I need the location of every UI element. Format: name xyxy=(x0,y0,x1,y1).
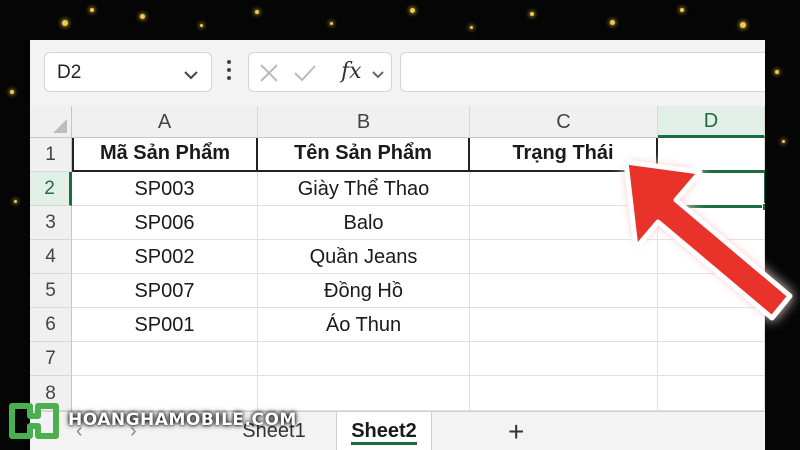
table-cell[interactable] xyxy=(258,376,470,411)
row-header-3[interactable]: 3 xyxy=(30,206,72,240)
row-header-6[interactable]: 6 xyxy=(30,308,72,342)
enter-check-icon[interactable] xyxy=(293,63,317,88)
tab-sheet2[interactable]: Sheet2 xyxy=(336,412,432,450)
name-box-value: D2 xyxy=(57,62,82,83)
function-icon[interactable]: fx xyxy=(341,59,362,84)
excel-window: D2 fx A B C D 1 2 3 4 5 6 7 8 Mã Sản Phẩ… xyxy=(30,40,765,450)
table-cell[interactable]: SP002 xyxy=(72,240,258,274)
formula-input[interactable] xyxy=(400,52,765,92)
table-cell[interactable]: SP001 xyxy=(72,308,258,342)
table-cell[interactable]: Quần Jeans xyxy=(258,240,470,274)
name-box[interactable]: D2 xyxy=(44,52,212,92)
table-cell[interactable]: Đồng Hồ xyxy=(258,274,470,308)
fill-handle[interactable] xyxy=(762,203,765,211)
column-header-a[interactable]: A xyxy=(72,106,258,138)
table-cell[interactable]: Balo xyxy=(258,206,470,240)
tab-sheet2-label: Sheet2 xyxy=(351,420,417,442)
table-cell[interactable]: Giày Thể Thao xyxy=(258,172,470,206)
logo-mark-icon xyxy=(9,403,59,439)
table-cell[interactable] xyxy=(258,342,470,376)
table-header-cell[interactable]: Tên Sản Phẩm xyxy=(258,138,470,172)
table-cell[interactable] xyxy=(658,342,765,376)
table-cell[interactable] xyxy=(470,308,658,342)
table-cell[interactable] xyxy=(658,376,765,411)
brand-logo: HOANGHAMOBILE.COM xyxy=(8,400,296,442)
row-header-7[interactable]: 7 xyxy=(30,342,72,376)
table-cell[interactable]: SP006 xyxy=(72,206,258,240)
table-cell[interactable] xyxy=(658,138,765,172)
column-header-b[interactable]: B xyxy=(258,106,470,138)
table-cell[interactable] xyxy=(470,274,658,308)
worksheet-grid: A B C D 1 2 3 4 5 6 7 8 Mã Sản Phẩm Tên … xyxy=(30,106,765,411)
table-cell[interactable] xyxy=(658,240,765,274)
column-header-d[interactable]: D xyxy=(658,106,765,138)
table-cell[interactable] xyxy=(658,308,765,342)
table-cell[interactable] xyxy=(470,172,658,206)
chevron-down-icon[interactable] xyxy=(183,65,199,87)
formula-bar: D2 fx xyxy=(30,40,765,106)
table-cell[interactable] xyxy=(470,376,658,411)
table-cell[interactable] xyxy=(72,342,258,376)
brand-name: HOANGHAMOBILE.COM xyxy=(68,410,297,430)
table-header-cell[interactable]: Mã Sản Phẩm xyxy=(72,138,258,172)
chevron-down-icon[interactable] xyxy=(371,67,385,85)
row-header-4[interactable]: 4 xyxy=(30,240,72,274)
selected-cell-outline xyxy=(656,170,765,211)
row-header-5[interactable]: 5 xyxy=(30,274,72,308)
table-cell[interactable] xyxy=(470,206,658,240)
table-cell[interactable] xyxy=(658,274,765,308)
cancel-icon[interactable] xyxy=(259,63,279,88)
column-header-c[interactable]: C xyxy=(470,106,658,138)
more-vertical-icon[interactable] xyxy=(224,60,234,86)
table-cell[interactable]: SP003 xyxy=(72,172,258,206)
table-cell[interactable]: SP007 xyxy=(72,274,258,308)
row-header-2[interactable]: 2 xyxy=(30,172,72,206)
add-sheet-icon[interactable]: + xyxy=(508,416,524,448)
row-header-1[interactable]: 1 xyxy=(30,138,72,172)
formula-controls: fx xyxy=(248,52,392,92)
table-cell[interactable] xyxy=(658,206,765,240)
table-header-cell[interactable]: Trạng Thái xyxy=(470,138,658,172)
table-cell[interactable] xyxy=(470,342,658,376)
select-all-corner[interactable] xyxy=(30,106,72,138)
table-cell[interactable] xyxy=(470,240,658,274)
table-cell[interactable]: Áo Thun xyxy=(258,308,470,342)
